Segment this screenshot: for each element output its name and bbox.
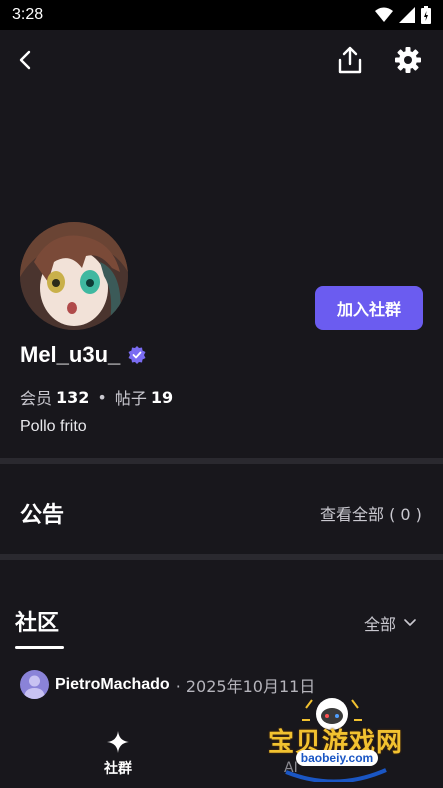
members-label: 会员 [20, 389, 53, 408]
share-icon [338, 46, 362, 74]
community-stats: 会员 132 • 帖子 19 [20, 385, 173, 409]
post-author-name[interactable]: PietroMachado [55, 676, 170, 694]
section-divider [0, 458, 443, 464]
top-bar [0, 30, 443, 90]
status-icons [375, 6, 431, 24]
status-bar: 3:28 [0, 0, 443, 30]
filter-dropdown[interactable]: 全部 [364, 611, 416, 635]
back-button[interactable] [10, 44, 40, 76]
view-all-announcements-link[interactable]: 查看全部 ( 0 ) [320, 501, 422, 525]
status-time: 3:28 [12, 6, 44, 23]
community-avatar[interactable] [20, 222, 128, 330]
tab-community[interactable]: 社区 [15, 605, 59, 637]
signal-icon [399, 7, 415, 23]
profile-name-row: Mel_u3u_ [20, 342, 146, 368]
profile-name: Mel_u3u_ [20, 342, 121, 367]
share-button[interactable] [334, 44, 366, 76]
active-tab-indicator [15, 646, 64, 649]
chevron-left-icon [19, 50, 31, 70]
announcements-title: 公告 [20, 503, 65, 528]
wifi-icon [375, 7, 393, 22]
verified-badge-icon [128, 346, 146, 364]
nav-label-community: 社群 [104, 761, 132, 777]
members-count: 132 [56, 387, 90, 407]
avatar-illustration [20, 222, 128, 330]
posts-count: 19 [150, 387, 174, 407]
filter-label: 全部 [364, 615, 397, 634]
community-bio: Pollo frito [20, 418, 87, 435]
battery-icon [421, 6, 431, 24]
join-community-button[interactable]: 加入社群 [315, 286, 423, 330]
user-placeholder-icon [24, 675, 45, 699]
avatar[interactable] [20, 670, 49, 699]
sparkle-icon [107, 731, 129, 753]
watermark-url: baobeiy.com [296, 750, 378, 766]
posts-label: 帖子 [114, 389, 147, 408]
section-divider [0, 554, 443, 560]
nav-item-community[interactable]: 社群 [98, 730, 138, 778]
watermark-logo: 宝贝游戏网 baobeiy.com [266, 692, 416, 782]
settings-button[interactable] [392, 44, 424, 76]
chevron-down-icon [404, 619, 416, 626]
stats-separator: • [97, 387, 107, 407]
gear-icon [395, 47, 421, 73]
